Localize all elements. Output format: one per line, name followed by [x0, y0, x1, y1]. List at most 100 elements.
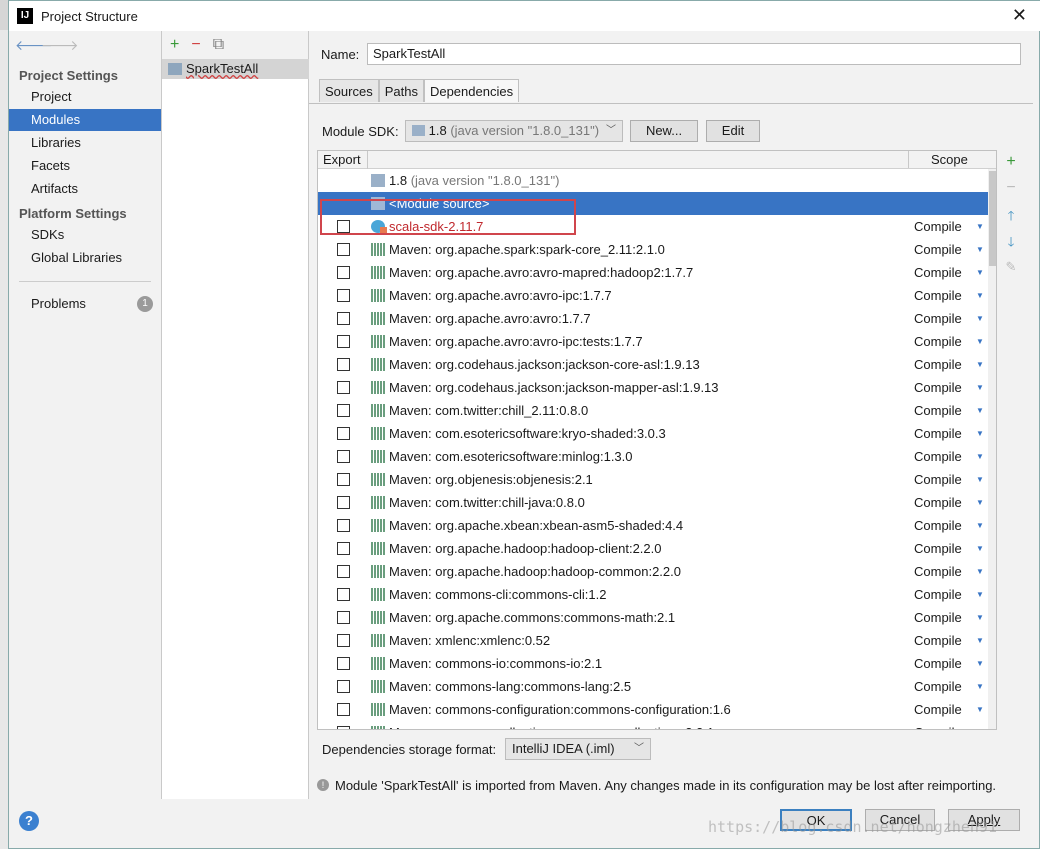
export-checkbox[interactable]: [337, 634, 350, 647]
scope-value[interactable]: Compile: [914, 652, 962, 675]
scope-value[interactable]: Compile: [914, 215, 962, 238]
scope-value[interactable]: Compile: [914, 445, 962, 468]
table-row[interactable]: Maven: org.objenesis:objenesis:2.1 Compi…: [318, 468, 988, 491]
table-row[interactable]: Maven: org.apache.xbean:xbean-asm5-shade…: [318, 514, 988, 537]
scope-value[interactable]: Compile: [914, 491, 962, 514]
table-row[interactable]: Maven: com.esotericsoftware:kryo-shaded:…: [318, 422, 988, 445]
table-row[interactable]: Maven: commons-collections:commons-colle…: [318, 721, 988, 729]
export-checkbox[interactable]: [337, 404, 350, 417]
scope-dropdown-icon[interactable]: ▼: [976, 537, 984, 560]
edit-pencil-icon[interactable]: ✎: [1004, 259, 1018, 275]
table-row-jdk[interactable]: 1.8 (java version "1.8.0_131"): [318, 169, 988, 192]
scope-value[interactable]: Compile: [914, 330, 962, 353]
export-checkbox[interactable]: [337, 588, 350, 601]
scope-dropdown-icon[interactable]: ▼: [976, 399, 984, 422]
export-checkbox[interactable]: [337, 266, 350, 279]
table-row[interactable]: Maven: commons-io:commons-io:2.1 Compile…: [318, 652, 988, 675]
export-checkbox[interactable]: [337, 726, 350, 729]
tab-paths[interactable]: Paths: [378, 79, 424, 102]
scope-dropdown-icon[interactable]: ▼: [976, 583, 984, 606]
table-row[interactable]: Maven: org.apache.avro:avro:1.7.7 Compil…: [318, 307, 988, 330]
export-checkbox[interactable]: [337, 519, 350, 532]
table-row[interactable]: Maven: org.apache.avro:avro-mapred:hadoo…: [318, 261, 988, 284]
table-row[interactable]: Maven: com.esotericsoftware:minlog:1.3.0…: [318, 445, 988, 468]
scope-dropdown-icon[interactable]: ▼: [976, 629, 984, 652]
scope-dropdown-icon[interactable]: ▼: [976, 675, 984, 698]
scope-dropdown-icon[interactable]: ▼: [976, 330, 984, 353]
scope-value[interactable]: Compile: [914, 514, 962, 537]
scope-value[interactable]: Compile: [914, 629, 962, 652]
export-checkbox[interactable]: [337, 289, 350, 302]
scope-dropdown-icon[interactable]: ▼: [976, 376, 984, 399]
scope-dropdown-icon[interactable]: ▼: [976, 284, 984, 307]
table-row[interactable]: Maven: com.twitter:chill_2.11:0.8.0 Comp…: [318, 399, 988, 422]
scope-value[interactable]: Compile: [914, 721, 962, 729]
table-row[interactable]: Maven: org.apache.hadoop:hadoop-client:2…: [318, 537, 988, 560]
table-row[interactable]: Maven: commons-lang:commons-lang:2.5 Com…: [318, 675, 988, 698]
table-row[interactable]: Maven: xmlenc:xmlenc:0.52 Compile ▼: [318, 629, 988, 652]
sidebar-item-libraries[interactable]: Libraries: [9, 132, 161, 154]
table-row[interactable]: Maven: org.apache.commons:commons-math:2…: [318, 606, 988, 629]
scope-dropdown-icon[interactable]: ▼: [976, 215, 984, 238]
sidebar-item-problems[interactable]: Problems 1: [9, 293, 161, 315]
export-checkbox[interactable]: [337, 473, 350, 486]
table-row[interactable]: Maven: com.twitter:chill-java:0.8.0 Comp…: [318, 491, 988, 514]
scope-dropdown-icon[interactable]: ▼: [976, 445, 984, 468]
sidebar-item-artifacts[interactable]: Artifacts: [9, 178, 161, 200]
new-sdk-button[interactable]: New...: [630, 120, 698, 142]
scope-value[interactable]: Compile: [914, 468, 962, 491]
add-icon[interactable]: +: [170, 36, 179, 54]
table-row[interactable]: Maven: commons-configuration:commons-con…: [318, 698, 988, 721]
export-checkbox[interactable]: [337, 496, 350, 509]
add-dependency-icon[interactable]: +: [1004, 153, 1018, 171]
scope-dropdown-icon[interactable]: ▼: [976, 238, 984, 261]
scope-value[interactable]: Compile: [914, 284, 962, 307]
name-input[interactable]: SparkTestAll: [367, 43, 1021, 65]
scope-value[interactable]: Compile: [914, 307, 962, 330]
sidebar-item-sdks[interactable]: SDKs: [9, 224, 161, 246]
scope-dropdown-icon[interactable]: ▼: [976, 514, 984, 537]
scope-value[interactable]: Compile: [914, 698, 962, 721]
edit-sdk-button[interactable]: Edit: [706, 120, 760, 142]
tab-dependencies[interactable]: Dependencies: [423, 79, 520, 102]
export-checkbox[interactable]: [337, 611, 350, 624]
scope-value[interactable]: Compile: [914, 399, 962, 422]
scope-dropdown-icon[interactable]: ▼: [976, 491, 984, 514]
export-checkbox[interactable]: [337, 427, 350, 440]
scope-value[interactable]: Compile: [914, 560, 962, 583]
table-row[interactable]: Maven: org.apache.avro:avro-ipc:tests:1.…: [318, 330, 988, 353]
scope-dropdown-icon[interactable]: ▼: [976, 698, 984, 721]
scope-dropdown-icon[interactable]: ▼: [976, 721, 984, 729]
scrollbar-thumb[interactable]: [989, 171, 996, 266]
column-scope[interactable]: Scope: [908, 151, 996, 168]
table-row[interactable]: Maven: commons-cli:commons-cli:1.2 Compi…: [318, 583, 988, 606]
table-row[interactable]: Maven: org.apache.hadoop:hadoop-common:2…: [318, 560, 988, 583]
scope-dropdown-icon[interactable]: ▼: [976, 307, 984, 330]
scope-value[interactable]: Compile: [914, 238, 962, 261]
export-checkbox[interactable]: [337, 450, 350, 463]
close-button[interactable]: ✕: [1012, 5, 1027, 26]
table-row[interactable]: Maven: org.codehaus.jackson:jackson-core…: [318, 353, 988, 376]
table-scrollbar[interactable]: [988, 169, 996, 729]
tab-sources[interactable]: Sources: [319, 79, 379, 102]
export-checkbox[interactable]: [337, 703, 350, 716]
scope-dropdown-icon[interactable]: ▼: [976, 353, 984, 376]
move-up-icon[interactable]: 🡑: [1004, 207, 1018, 229]
copy-icon[interactable]: ⧉: [213, 36, 224, 54]
module-sdk-select[interactable]: 1.8 (java version "1.8.0_131") ﹀: [405, 120, 623, 142]
export-checkbox[interactable]: [337, 565, 350, 578]
scope-value[interactable]: Compile: [914, 376, 962, 399]
sidebar-item-modules[interactable]: Modules: [9, 109, 161, 131]
scope-value[interactable]: Compile: [914, 537, 962, 560]
move-down-icon[interactable]: 🡓: [1004, 233, 1018, 255]
export-checkbox[interactable]: [337, 381, 350, 394]
scope-dropdown-icon[interactable]: ▼: [976, 560, 984, 583]
help-button[interactable]: ?: [19, 811, 39, 831]
forward-arrow-icon[interactable]: 🡒: [41, 37, 79, 54]
sidebar-item-global-libraries[interactable]: Global Libraries: [9, 247, 161, 269]
table-row[interactable]: Maven: org.apache.avro:avro-ipc:1.7.7 Co…: [318, 284, 988, 307]
scope-value[interactable]: Compile: [914, 606, 962, 629]
table-row[interactable]: Maven: org.apache.spark:spark-core_2.11:…: [318, 238, 988, 261]
scope-value[interactable]: Compile: [914, 583, 962, 606]
export-checkbox[interactable]: [337, 657, 350, 670]
